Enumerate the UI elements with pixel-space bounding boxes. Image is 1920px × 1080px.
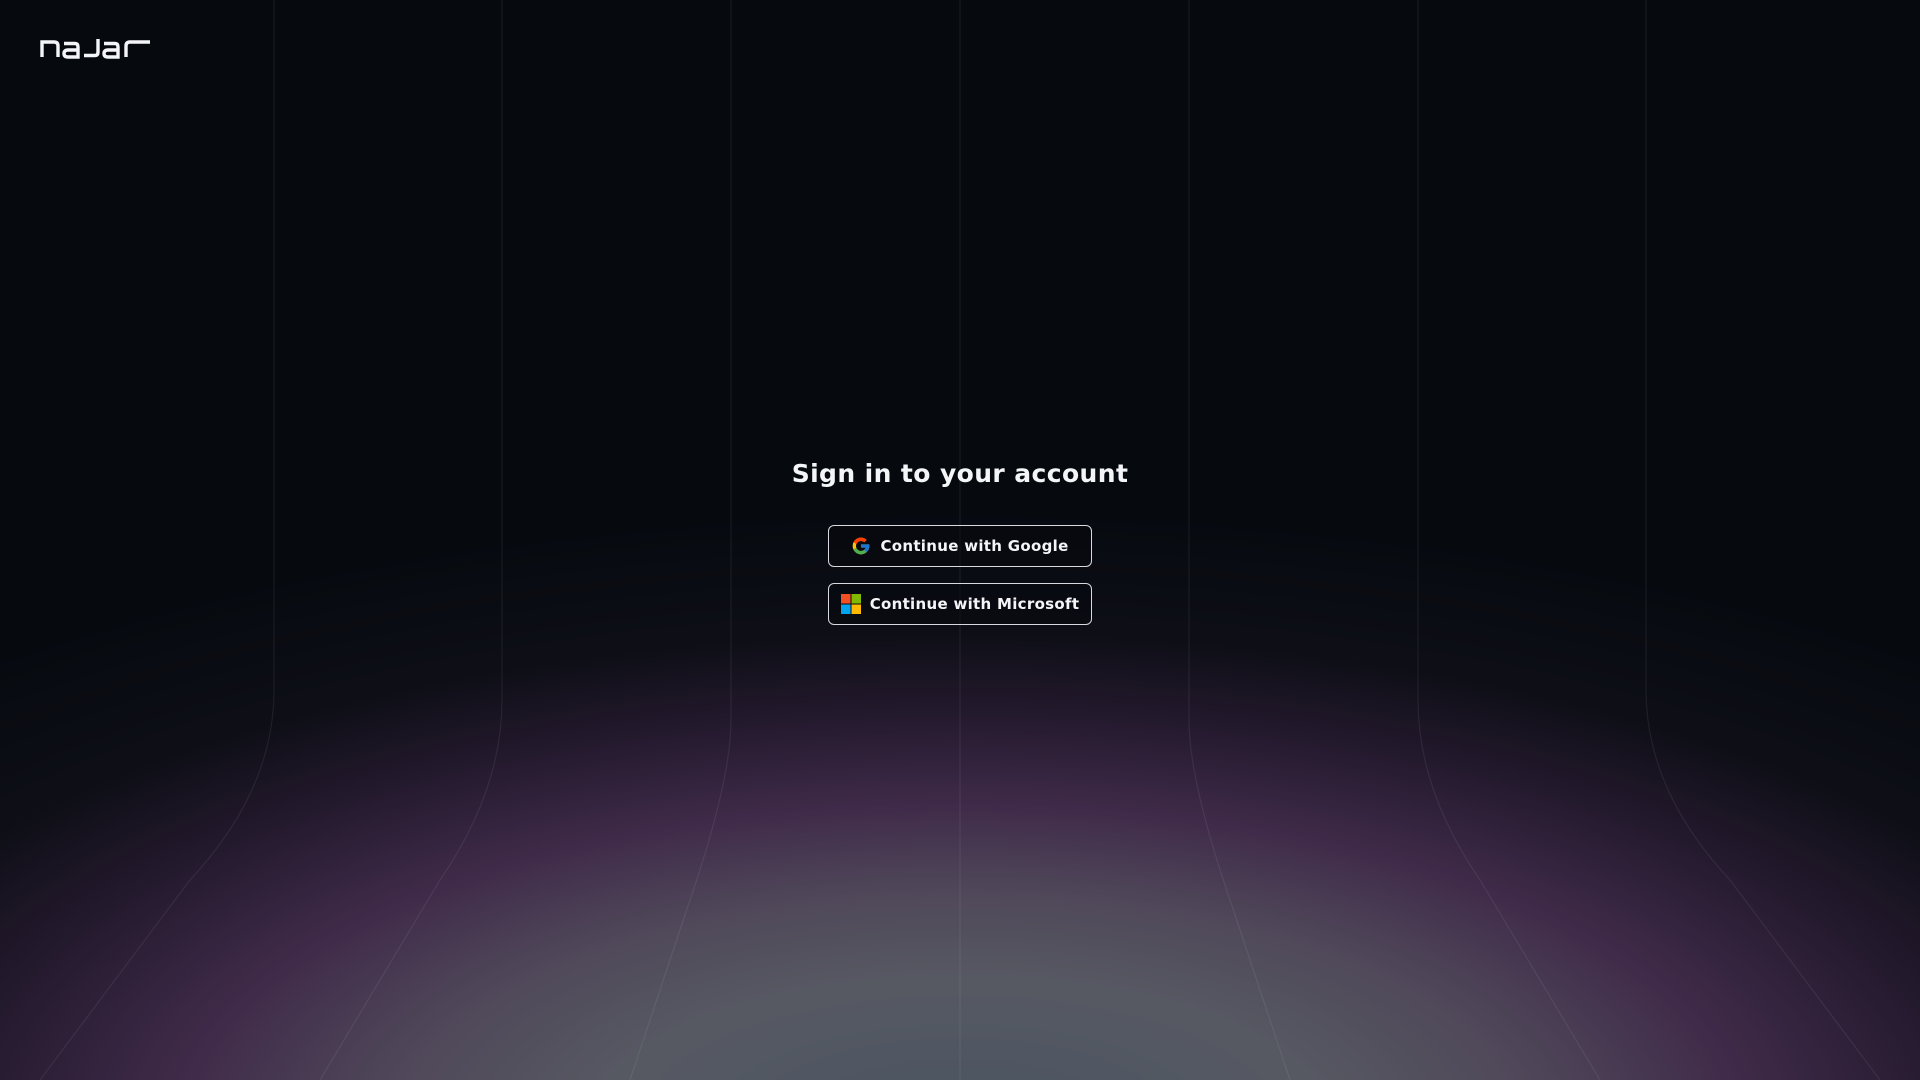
signin-panel: Sign in to your account Continue with Go… [0, 456, 1920, 625]
google-icon [851, 536, 871, 556]
login-page: Sign in to your account Continue with Go… [0, 0, 1920, 1080]
google-button-label: Continue with Google [880, 537, 1069, 555]
logo-icon [40, 39, 150, 59]
continue-with-google-button[interactable]: Continue with Google [828, 525, 1092, 567]
page-title: Sign in to your account [791, 459, 1129, 488]
najar-logo[interactable] [40, 36, 152, 60]
continue-with-microsoft-button[interactable]: Continue with Microsoft [828, 583, 1092, 625]
microsoft-icon [840, 594, 861, 614]
microsoft-button-label: Continue with Microsoft [869, 595, 1080, 613]
